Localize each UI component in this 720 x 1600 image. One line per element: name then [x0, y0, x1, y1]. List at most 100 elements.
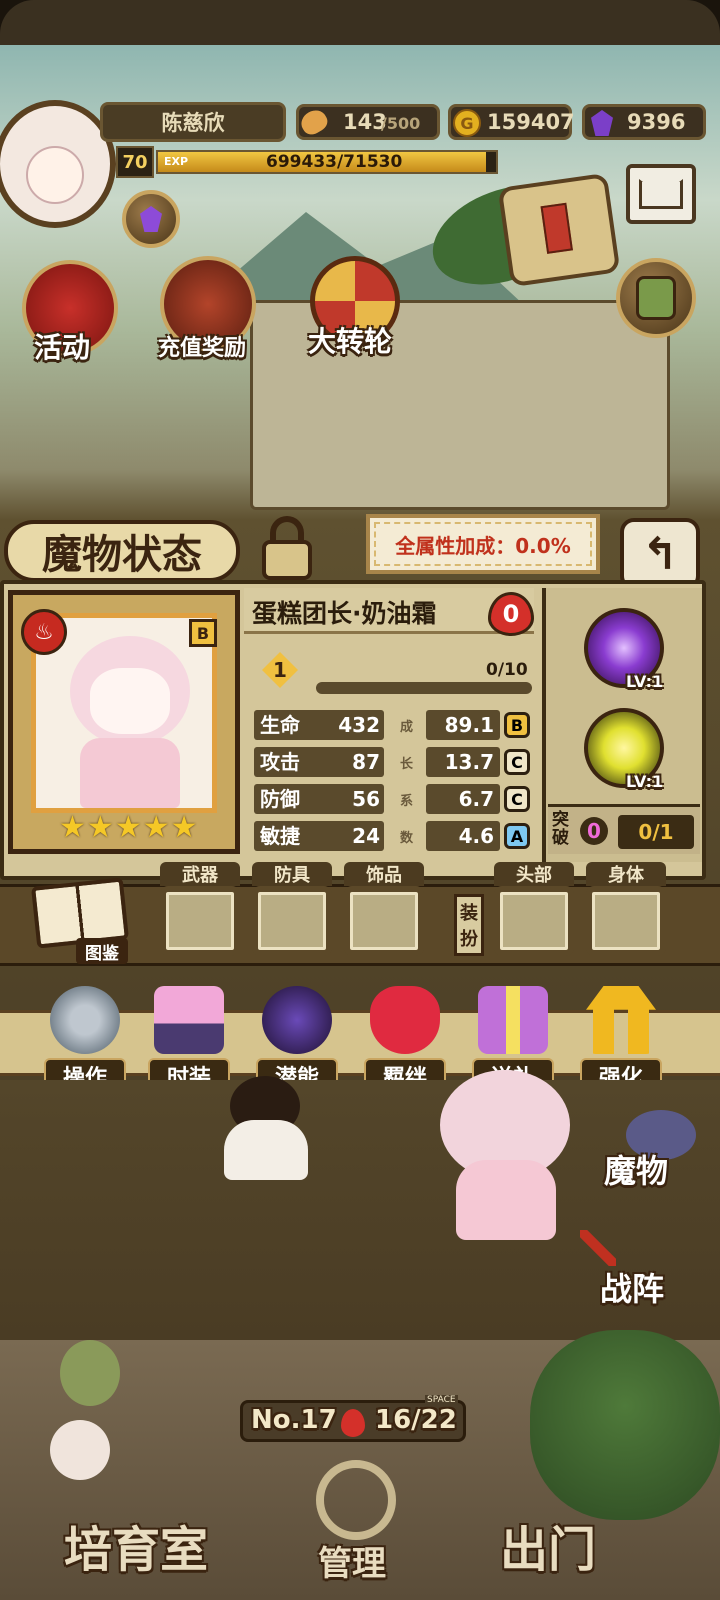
page-title: 魔物状态 [4, 520, 240, 582]
event-label: 活动 [34, 331, 91, 364]
fire-element-icon: ♨ [21, 609, 67, 655]
equip-body-label: 身体 [586, 862, 666, 886]
stat-growth: 13.7 [426, 747, 500, 777]
avatar[interactable] [0, 100, 116, 228]
stat-grade-badge: B [504, 712, 530, 738]
monster-list-button[interactable]: 魔物 [596, 1110, 706, 1194]
stamina-counter[interactable]: 143 /500 [296, 104, 440, 140]
bread-icon [297, 105, 331, 139]
codex-button[interactable]: 图鉴 [30, 876, 130, 970]
avatar-face [26, 146, 84, 204]
costume-label-2: 扮 [460, 929, 478, 950]
equip-body[interactable]: 身体 [586, 862, 666, 956]
egg-incubator-scenery [20, 1330, 200, 1490]
skill-slot-1[interactable]: LV:1 [580, 604, 670, 694]
gem-value: 9396 [627, 110, 686, 134]
gold-counter[interactable]: G 159407 [448, 104, 575, 140]
monster-number-badge: No.17 16/22 SPACE [240, 1395, 466, 1442]
equip-head-slot[interactable] [494, 886, 574, 956]
capacity-value: 16/22 [375, 1405, 457, 1435]
equip-accessory-slot[interactable] [344, 886, 424, 956]
monster-exp-text: 0/10 [486, 660, 528, 680]
nursery-button[interactable]: 培育室 [64, 1510, 234, 1580]
affection-heart[interactable]: 0 [488, 592, 534, 636]
stat-grade-badge: A [504, 823, 530, 849]
stat-value: 24 [352, 824, 380, 848]
monster-dress [80, 738, 180, 808]
skill-slot-2[interactable]: LV:1 [580, 704, 670, 794]
keys-icon [316, 1460, 396, 1540]
purple-gem-plus-icon [140, 206, 162, 232]
star-icon: ★ [59, 810, 86, 845]
heart-icon [370, 986, 440, 1054]
exp-label: EXP [164, 155, 189, 168]
exit-button[interactable]: 出门 [500, 1510, 640, 1580]
envelope-icon [639, 179, 683, 209]
equip-weapon-label: 武器 [160, 862, 240, 886]
recharge-reward-label: 充值奖励 [158, 336, 247, 361]
growth-label-char: 系 [400, 794, 414, 809]
star-icon: ★ [86, 810, 114, 845]
recharge-reward-button[interactable]: 充值奖励 [150, 256, 270, 366]
costume-label-1: 装 [460, 903, 478, 924]
equip-armor[interactable]: 防具 [252, 862, 332, 956]
growth-label-char: 长 [400, 757, 414, 772]
codex-label: 图鉴 [76, 938, 128, 964]
stat-grade-badge: C [504, 786, 530, 812]
stat-value: 87 [352, 750, 380, 774]
monster-list-label: 魔物 [604, 1152, 669, 1190]
rarity-badge: B [189, 619, 217, 647]
equip-weapon[interactable]: 武器 [160, 862, 240, 956]
stat-row: 生命 432 成 89.1 B [254, 710, 534, 742]
equip-body-slot[interactable] [586, 886, 666, 956]
equip-head[interactable]: 头部 [494, 862, 574, 956]
growth-label-char: 数 [400, 831, 414, 846]
player-level: 70 [116, 146, 154, 178]
stamina-max: /500 [381, 114, 421, 133]
costume-tab[interactable]: 装 扮 [454, 894, 484, 956]
space-label: SPACE [425, 1395, 458, 1405]
gem-counter[interactable]: 9396 [582, 104, 706, 140]
cake-monster-character [420, 1070, 590, 1250]
lock-icon [262, 540, 312, 580]
gold-value: 159407 [487, 110, 575, 134]
gear-icon [50, 986, 120, 1054]
breakthrough-row[interactable]: 突破 0 0/1 [548, 804, 700, 854]
monster-portrait-frame[interactable]: ♨ B ★ ★ ★ ★ ★ [8, 590, 240, 854]
scroll-icon [540, 202, 573, 254]
monster-number: No.17 [251, 1405, 337, 1435]
add-gem-button[interactable] [122, 190, 180, 248]
stat-grade-badge: C [504, 749, 530, 775]
mail-button[interactable] [626, 164, 696, 224]
stat-growth: 6.7 [426, 784, 500, 814]
quest-scroll-button[interactable] [497, 172, 621, 288]
backpack-button[interactable] [616, 258, 696, 338]
potential-icon [262, 986, 332, 1054]
purple-gem-icon [591, 110, 613, 136]
gift-icon [478, 986, 548, 1054]
stat-row: 敏捷 24 数 4.6 A [254, 821, 534, 853]
star-icon: ★ [142, 810, 170, 845]
stat-growth: 89.1 [426, 710, 500, 740]
outfit-icon [154, 986, 224, 1054]
manage-button[interactable]: 管理 [296, 1440, 424, 1600]
equip-weapon-slot[interactable] [160, 886, 240, 956]
exp-value: 699433/71530 [266, 152, 403, 172]
event-button[interactable]: 活动 [14, 260, 126, 370]
action-operate-button[interactable]: 操作 [44, 986, 126, 1094]
game-screen: 陈慈欣 70 EXP 699433/71530 143 /500 G 15940… [0, 0, 720, 1600]
lock-button[interactable] [254, 514, 320, 584]
equip-armor-slot[interactable] [252, 886, 332, 956]
breakthrough-value: 0 [580, 817, 608, 845]
formation-button[interactable]: 战阵 [580, 1210, 706, 1310]
big-wheel-button[interactable]: 大转轮 [300, 252, 410, 362]
action-upgrade-button[interactable]: 强化 [580, 986, 662, 1094]
equip-head-label: 头部 [494, 862, 574, 886]
equip-accessory[interactable]: 饰品 [344, 862, 424, 956]
equip-accessory-label: 饰品 [344, 862, 424, 886]
monster-exp-bar [316, 682, 532, 694]
stat-table: 生命 432 成 89.1 B 攻击 87 长 13.7 C 防御 56 系 6.7 C 敏捷 24 数 4.6 A [254, 710, 534, 860]
fire-capacity-icon [341, 1409, 365, 1437]
backpack-icon [636, 276, 676, 320]
attribute-bonus-banner: 全属性加成：0.0% [366, 514, 600, 574]
